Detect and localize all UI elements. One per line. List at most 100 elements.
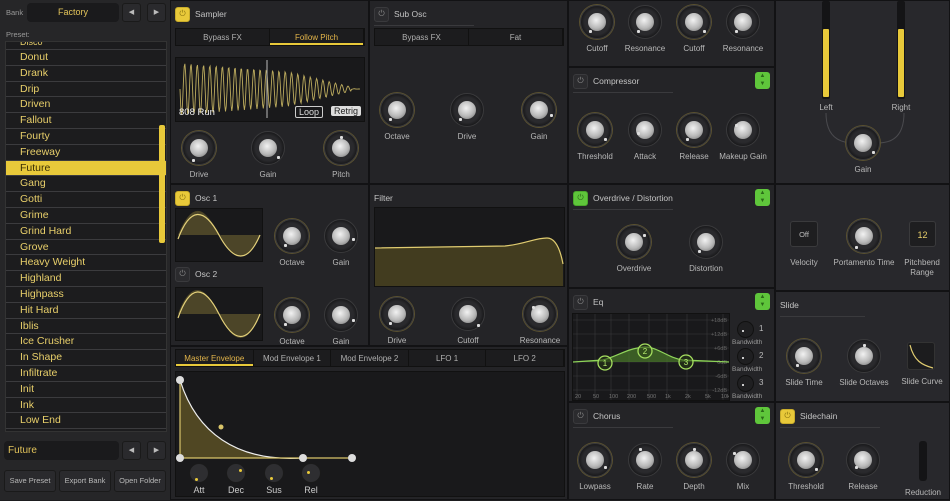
- osc2-octave-knob[interactable]: [275, 298, 309, 332]
- filter-drive-knob[interactable]: [380, 297, 414, 331]
- dec-knob[interactable]: [226, 463, 246, 483]
- slide-slide-time-knob[interactable]: [787, 339, 821, 373]
- preset-prev-button[interactable]: ◀: [122, 441, 141, 460]
- osc2-power-icon[interactable]: ⏻: [175, 266, 190, 282]
- overdrive-power-icon[interactable]: ⏻: [573, 190, 588, 206]
- eq-bandwidth-knob-1[interactable]: [737, 321, 754, 338]
- export-bank-button[interactable]: Export Bank: [59, 470, 111, 492]
- preset-item[interactable]: Freeway: [6, 145, 166, 161]
- compressor-release-knob[interactable]: [677, 113, 711, 147]
- sub-osc-octave-knob[interactable]: [380, 93, 414, 127]
- preset-item[interactable]: Donut: [6, 50, 166, 66]
- tab-lfo-2[interactable]: LFO 2: [486, 350, 564, 366]
- compressor-power-icon[interactable]: ⏻: [573, 73, 588, 89]
- overdrive-distortion-knob[interactable]: [689, 225, 723, 259]
- preset-item[interactable]: Ink: [6, 398, 166, 414]
- sub-osc-gain-knob[interactable]: [522, 93, 556, 127]
- bank-next-button[interactable]: ▶: [147, 3, 166, 22]
- preset-item[interactable]: Hit Hard: [6, 303, 166, 319]
- preset-list[interactable]: Disco Donut Drank Drip Driven Fallout Fourty F…: [5, 41, 167, 432]
- chorus-power-icon[interactable]: ⏻: [573, 408, 588, 424]
- compressor-attack-knob[interactable]: [628, 113, 662, 147]
- preset-item[interactable]: Fourty: [6, 129, 166, 145]
- bank-prev-button[interactable]: ◀: [122, 3, 141, 22]
- preset-item[interactable]: Fallout: [6, 113, 166, 129]
- preset-item[interactable]: Low End: [6, 413, 166, 430]
- osc1-waveform[interactable]: [175, 208, 263, 262]
- preset-item[interactable]: In Shape: [6, 350, 166, 366]
- preset-item[interactable]: Drank: [6, 66, 166, 82]
- preset-next-button[interactable]: ▶: [147, 441, 166, 460]
- sample-waveform[interactable]: 808 Run Loop Retrig: [175, 57, 365, 122]
- preset-item-selected[interactable]: Future: [6, 160, 166, 177]
- preset-item[interactable]: Grove: [6, 240, 166, 256]
- preset-item[interactable]: Ice Crusher: [6, 334, 166, 351]
- preset-item[interactable]: Grind Hard: [6, 224, 166, 240]
- preset-item[interactable]: Disco: [6, 42, 166, 50]
- preset-item[interactable]: Gang: [6, 176, 166, 193]
- compressor-makeup-gain-knob[interactable]: [726, 113, 760, 147]
- slide-curve-editor[interactable]: [907, 342, 935, 370]
- preset-item[interactable]: Driven: [6, 97, 166, 114]
- overdrive-reorder-button[interactable]: ▲ ▼: [755, 189, 770, 206]
- top-filter-knobs-cutoff-knob[interactable]: [677, 5, 711, 39]
- chorus-lowpass-knob[interactable]: [578, 443, 612, 477]
- sidechain-release-knob[interactable]: [846, 443, 880, 477]
- top-filter-knobs-resonance-knob[interactable]: [628, 5, 662, 39]
- tab-fat[interactable]: Fat: [469, 29, 563, 45]
- velocity-toggle[interactable]: Off: [790, 221, 818, 247]
- tab-mod-envelope-1[interactable]: Mod Envelope 1: [254, 350, 332, 366]
- eq-reorder-button[interactable]: ▲ ▼: [755, 293, 770, 310]
- sidechain-threshold-knob[interactable]: [789, 443, 823, 477]
- att-knob[interactable]: [189, 463, 209, 483]
- loop-button[interactable]: Loop: [295, 106, 324, 118]
- sampler-drive-knob[interactable]: [182, 131, 216, 165]
- preset-scrollbar[interactable]: [159, 125, 165, 243]
- pitchbend-value[interactable]: 12: [909, 221, 936, 247]
- filter-cutoff-knob[interactable]: [451, 297, 485, 331]
- eq-power-icon[interactable]: ⏻: [573, 294, 588, 310]
- sidechain-power-icon[interactable]: ⏻: [780, 408, 795, 424]
- tab-bypass-fx[interactable]: Bypass FX: [176, 29, 270, 45]
- gain-knob[interactable]: [846, 126, 880, 160]
- preset-item[interactable]: Drip: [6, 82, 166, 98]
- sub-osc-power-icon[interactable]: ⏻: [374, 6, 389, 22]
- preset-item[interactable]: Gotti: [6, 192, 166, 208]
- tab-lfo-1[interactable]: LFO 1: [409, 350, 487, 366]
- tab-bypass-fx[interactable]: Bypass FX: [375, 29, 469, 45]
- osc2-gain-knob[interactable]: [324, 298, 358, 332]
- eq-bandwidth-knob-3[interactable]: [737, 375, 754, 392]
- chorus-mix-knob[interactable]: [726, 443, 760, 477]
- eq-graph[interactable]: +18dB +12dB +6dB 0dB -6dB -12dB 20 50 100 200 500 1…: [572, 313, 730, 401]
- sub-osc-drive-knob[interactable]: [450, 93, 484, 127]
- filter-resonance-knob[interactable]: [523, 297, 557, 331]
- tab-master-envelope[interactable]: Master Envelope: [176, 350, 254, 366]
- compressor-reorder-button[interactable]: ▲ ▼: [755, 72, 770, 89]
- sampler-power-icon[interactable]: ⏻: [175, 6, 190, 22]
- slide-slide-octaves-knob[interactable]: [847, 339, 881, 373]
- preset-item[interactable]: Grime: [6, 208, 166, 224]
- rel-knob[interactable]: [301, 463, 321, 483]
- osc1-power-icon[interactable]: ⏻: [175, 190, 190, 206]
- bank-selector[interactable]: Factory: [27, 3, 119, 22]
- current-preset-field[interactable]: Future: [4, 441, 119, 460]
- top-filter-knobs-resonance-knob[interactable]: [726, 5, 760, 39]
- tab-follow-pitch[interactable]: Follow Pitch: [270, 29, 364, 45]
- preset-item[interactable]: Init: [6, 382, 166, 398]
- preset-item[interactable]: Iblis: [6, 319, 166, 335]
- compressor-threshold-knob[interactable]: [578, 113, 612, 147]
- retrig-button[interactable]: Retrig: [331, 106, 362, 116]
- chorus-rate-knob[interactable]: [628, 443, 662, 477]
- tab-mod-envelope-2[interactable]: Mod Envelope 2: [331, 350, 409, 366]
- portamento-time-knob[interactable]: [847, 219, 881, 253]
- open-folder-button[interactable]: Open Folder: [114, 470, 166, 492]
- sus-knob[interactable]: [264, 463, 284, 483]
- sampler-pitch-knob[interactable]: [324, 131, 358, 165]
- filter-response-graph[interactable]: [374, 207, 565, 287]
- osc2-waveform[interactable]: [175, 287, 263, 341]
- preset-item[interactable]: Infiltrate: [6, 366, 166, 382]
- preset-item[interactable]: Heavy Weight: [6, 255, 166, 272]
- overdrive-overdrive-knob[interactable]: [617, 225, 651, 259]
- sampler-gain-knob[interactable]: [251, 131, 285, 165]
- osc1-gain-knob[interactable]: [324, 219, 358, 253]
